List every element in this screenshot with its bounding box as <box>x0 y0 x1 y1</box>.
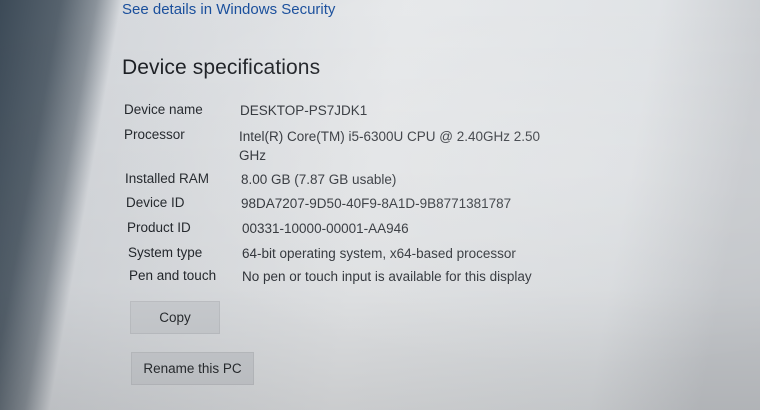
spec-value: DESKTOP-PS7JDK1 <box>240 103 368 118</box>
spec-label: Device ID <box>126 195 185 210</box>
spec-label: Product ID <box>127 220 191 235</box>
rename-pc-button[interactable]: Rename this PC <box>131 352 254 385</box>
spec-value: No pen or touch input is available for t… <box>242 269 532 284</box>
spec-value: 98DA7207-9D50-40F9-8A1D-9B8771381787 <box>241 196 512 211</box>
windows-security-link[interactable]: See details in Windows Security <box>122 1 335 18</box>
spec-value: 00331-10000-00001-AA946 <box>242 221 409 236</box>
device-specifications-heading: Device specifications <box>122 56 321 79</box>
spec-label: Installed RAM <box>125 171 210 186</box>
spec-label: System type <box>128 245 203 260</box>
copy-button[interactable]: Copy <box>130 301 220 334</box>
spec-label: Pen and touch <box>129 268 217 283</box>
spec-label: Processor <box>124 127 185 142</box>
spec-value: 8.00 GB (7.87 GB usable) <box>241 172 397 187</box>
spec-label: Device name <box>124 102 203 117</box>
spec-value: Intel(R) Core(TM) i5-6300U CPU @ 2.40GHz… <box>239 129 541 163</box>
settings-about-page: See details in Windows Security Device s… <box>0 0 760 410</box>
spec-value: 64-bit operating system, x64-based proce… <box>242 246 516 261</box>
